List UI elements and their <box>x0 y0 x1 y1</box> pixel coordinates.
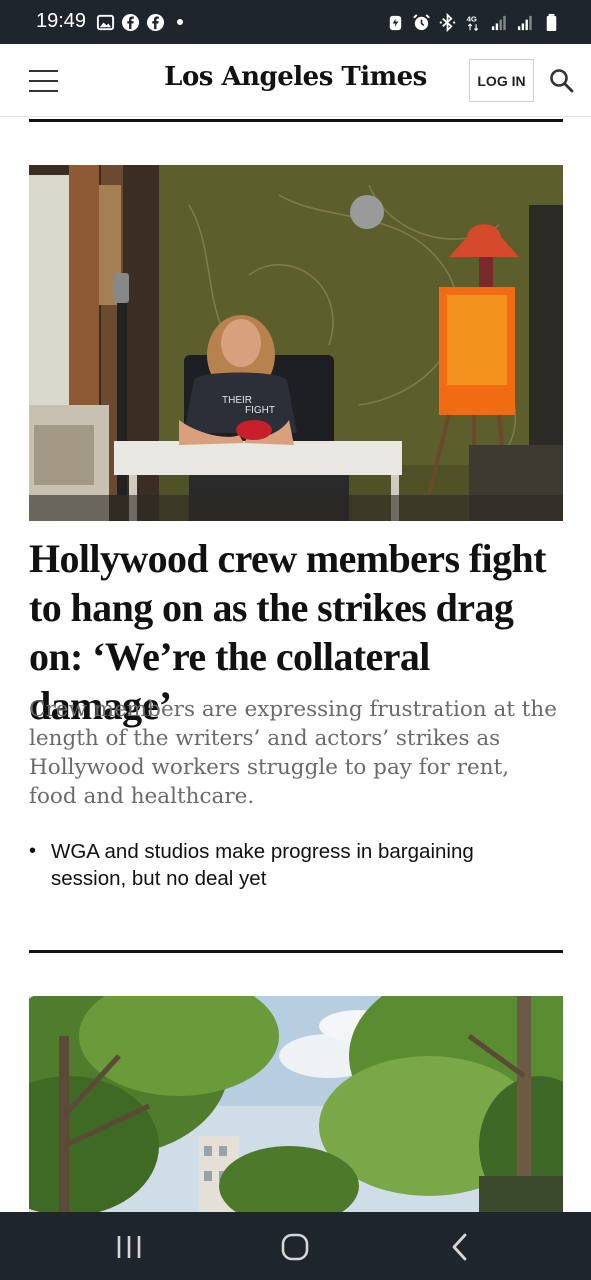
status-time: 19:49 <box>36 10 87 32</box>
gallery-icon <box>96 14 115 30</box>
article-hero-image[interactable]: THEIR FIGHT <box>29 165 563 521</box>
network-type-label: 4G <box>467 14 477 23</box>
back-icon[interactable] <box>446 1232 476 1262</box>
home-icon[interactable] <box>280 1232 310 1262</box>
battery-saver-icon <box>389 15 402 30</box>
4g-icon: 4G <box>467 14 479 31</box>
system-navigation-bar <box>0 1212 591 1280</box>
login-button[interactable]: LOG IN <box>469 59 534 102</box>
status-bar: 19:49 4G <box>0 0 591 44</box>
notification-dot-icon <box>177 19 183 25</box>
section-divider <box>29 950 563 953</box>
street-trees-photo <box>29 996 563 1214</box>
signal-icon <box>517 15 532 30</box>
section-divider <box>29 119 563 122</box>
article-summary: Crew members are expressing frustration … <box>29 697 557 809</box>
related-link-list: • WGA and studios make progress in barga… <box>29 838 563 892</box>
related-article-link[interactable]: WGA and studios make progress in bargain… <box>51 838 551 892</box>
site-header: Los Angeles Times LOG IN <box>0 44 591 117</box>
status-system-icons: 4G <box>386 11 561 33</box>
bullet-icon: • <box>29 840 37 862</box>
bluetooth-icon <box>439 12 456 32</box>
facebook-icon <box>121 13 140 31</box>
alarm-icon <box>413 13 430 30</box>
signal-icon <box>491 15 506 30</box>
recent-apps-icon[interactable] <box>114 1232 144 1262</box>
hero-photo: THEIR FIGHT <box>29 165 563 521</box>
status-notification-icons <box>96 12 183 32</box>
battery-icon <box>546 13 557 31</box>
shirt-text-2: FIGHT <box>245 405 275 416</box>
search-icon[interactable] <box>549 68 575 94</box>
facebook-icon <box>146 13 165 31</box>
next-article-image[interactable] <box>29 996 563 1214</box>
